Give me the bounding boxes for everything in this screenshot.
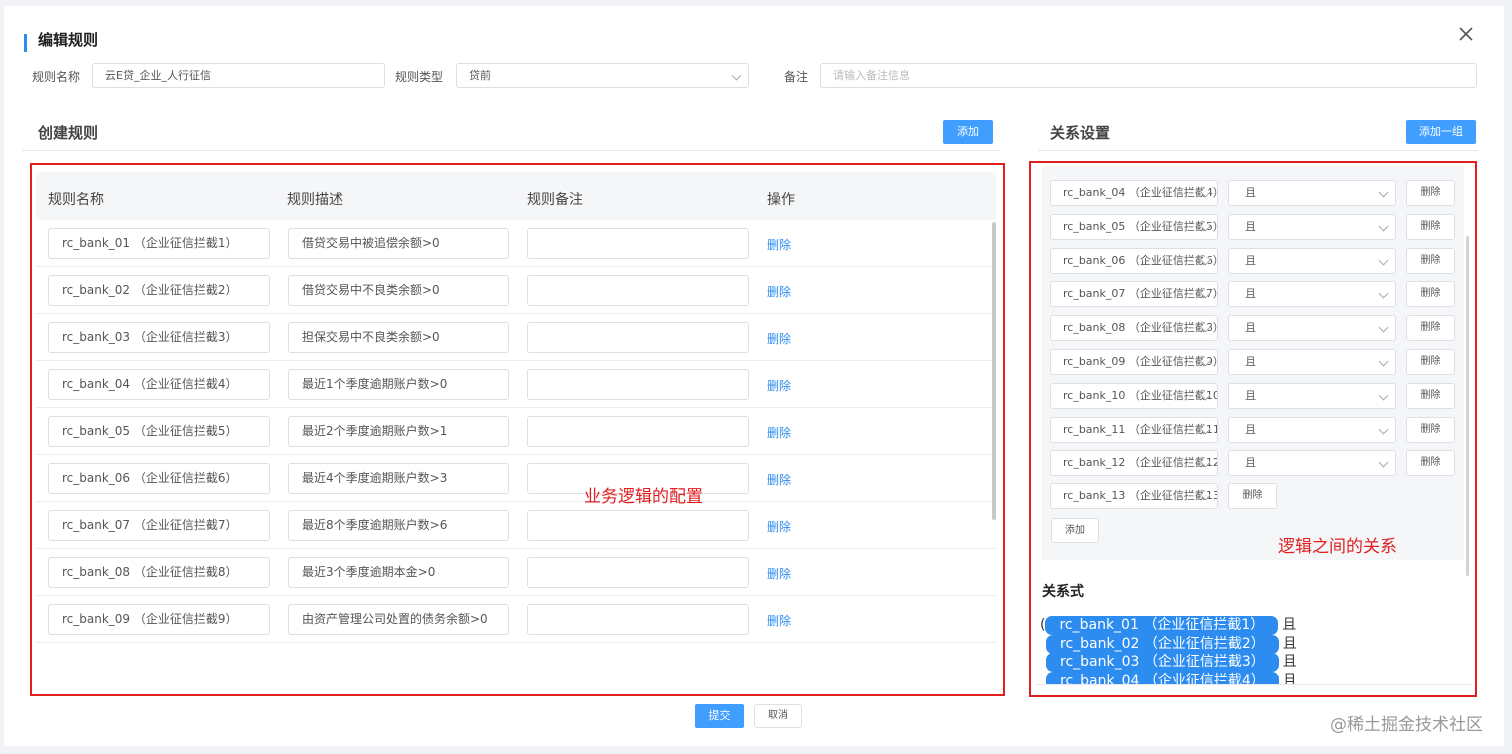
rule-name-input[interactable]: 云E贷_企业_人行征信 bbox=[92, 63, 385, 88]
cancel-button[interactable]: 取消 bbox=[754, 704, 802, 728]
divider bbox=[1038, 150, 1478, 151]
highlight-box-rules bbox=[30, 163, 1005, 696]
add-rule-button[interactable]: 添加 bbox=[943, 120, 993, 144]
watermark-text: @稀土掘金技术社区 bbox=[1330, 715, 1483, 735]
remark-label: 备注 bbox=[784, 70, 809, 84]
close-icon[interactable] bbox=[1456, 24, 1476, 44]
submit-button[interactable]: 提交 bbox=[695, 704, 744, 728]
highlight-box-relations bbox=[1029, 161, 1477, 697]
title-accent-bar bbox=[24, 34, 27, 52]
create-rule-title: 创建规则 bbox=[38, 124, 99, 142]
rule-type-value: 贷前 bbox=[469, 69, 491, 82]
rule-type-label: 规则类型 bbox=[395, 70, 444, 84]
remark-input[interactable]: 请输入备注信息 bbox=[820, 63, 1477, 88]
divider bbox=[22, 150, 1000, 151]
chevron-down-icon bbox=[731, 70, 742, 81]
relation-settings-title: 关系设置 bbox=[1050, 124, 1111, 142]
add-group-button[interactable]: 添加一组 bbox=[1406, 120, 1476, 144]
rule-type-select[interactable]: 贷前 bbox=[456, 63, 749, 88]
rule-name-label: 规则名称 bbox=[32, 70, 81, 84]
dialog-title: 编辑规则 bbox=[38, 31, 99, 49]
